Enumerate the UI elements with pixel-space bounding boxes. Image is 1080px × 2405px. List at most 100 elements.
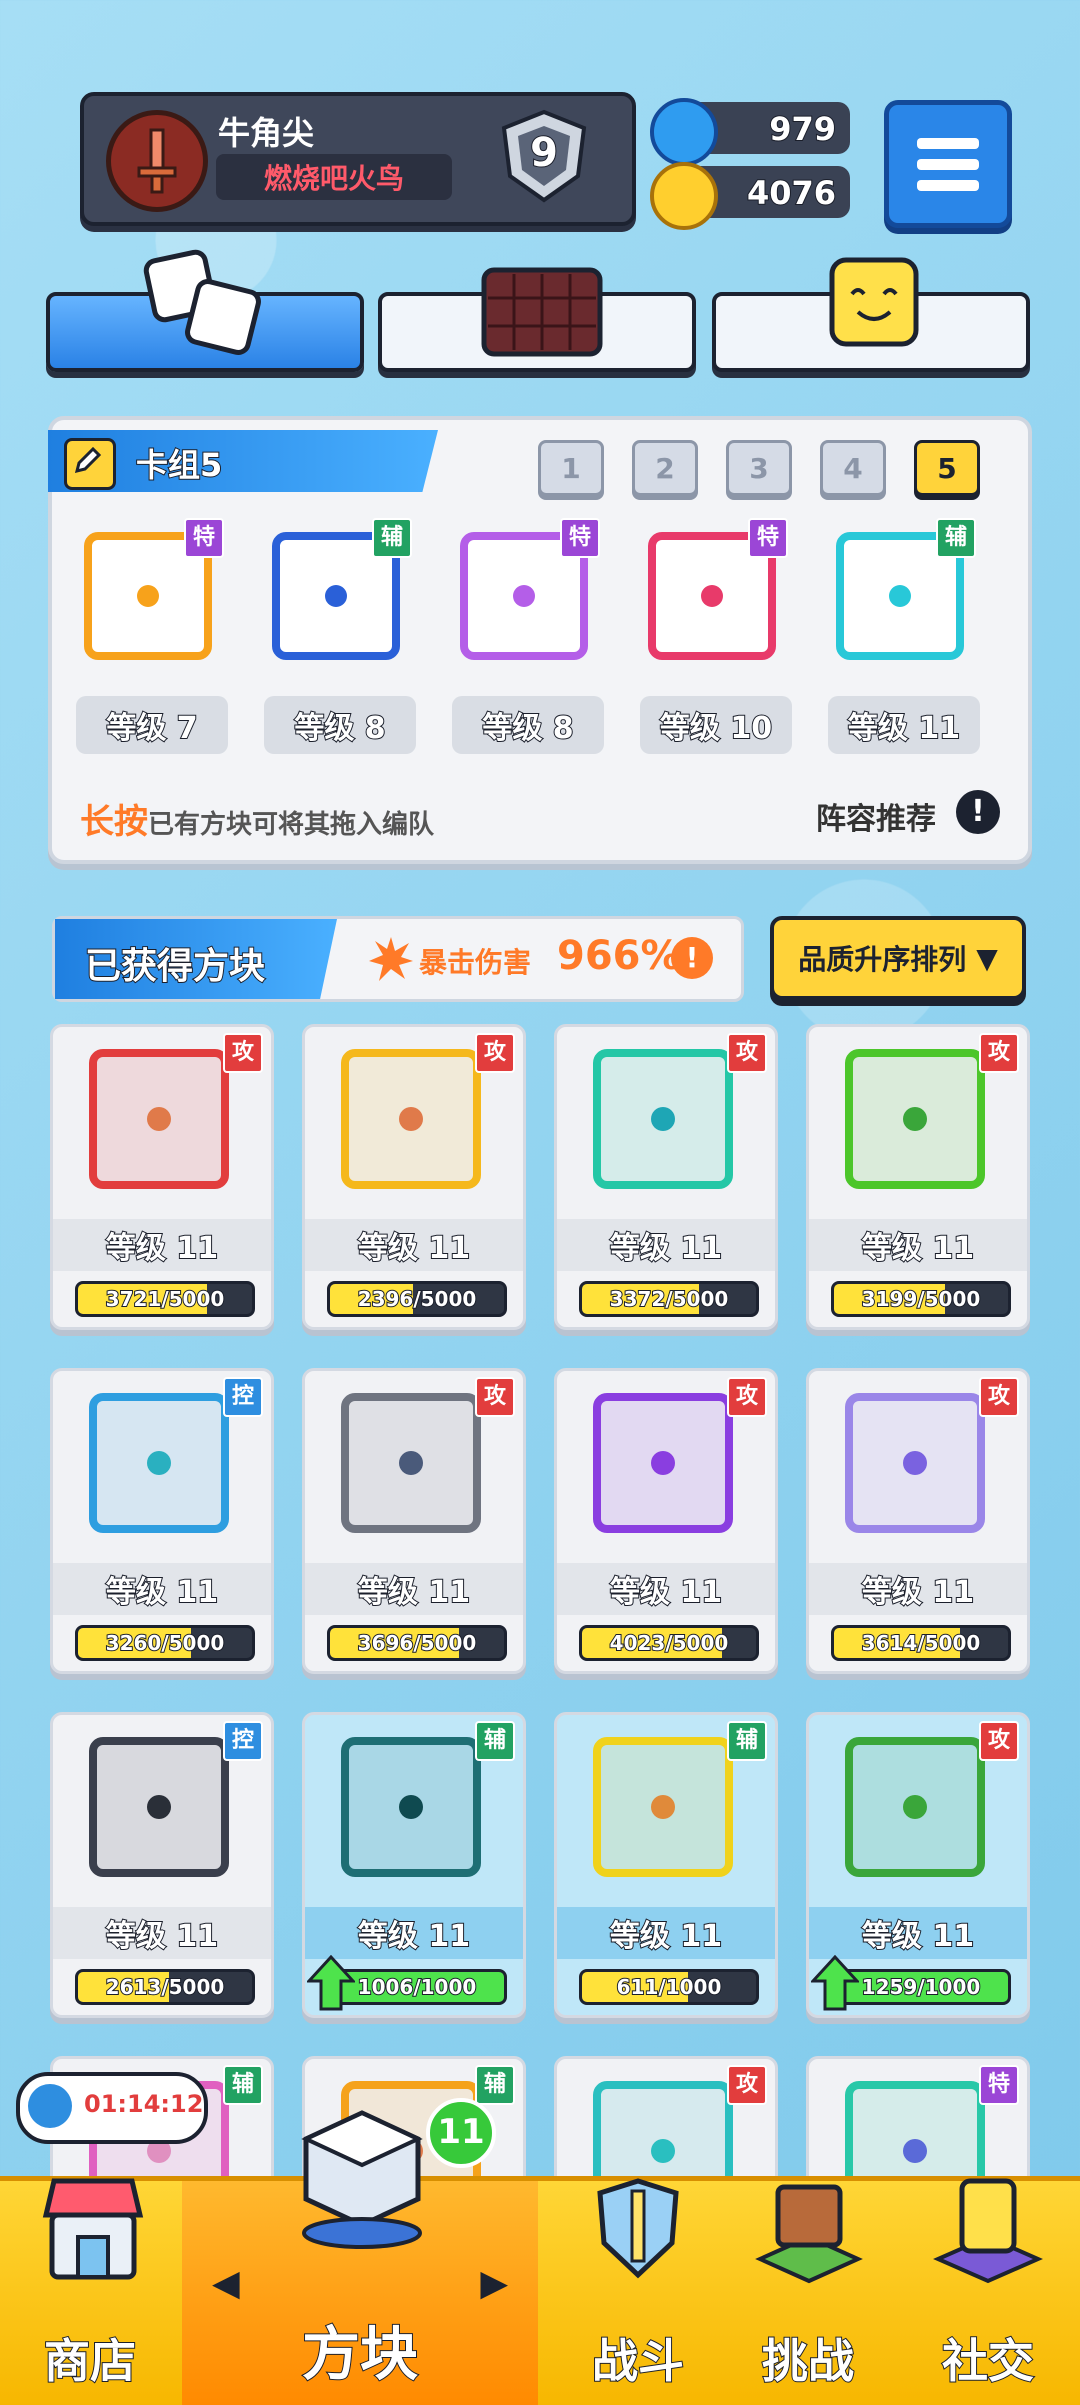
deck-tab-3[interactable]: 3 — [726, 440, 792, 496]
nav-challenge[interactable]: 挑战 — [718, 2181, 898, 2405]
deck-card[interactable]: 辅 — [266, 518, 416, 668]
gem-icon — [650, 98, 718, 166]
nav-battle-label: 战斗 — [591, 2333, 685, 2389]
prev-arrow-icon[interactable]: ◀ — [212, 2263, 240, 2304]
crit-damage-label: 暴击伤害 — [419, 946, 532, 979]
nav-battle[interactable]: 战斗 — [548, 2178, 728, 2405]
nav-shop[interactable]: 商店 — [0, 2178, 180, 2405]
nav-blocks[interactable]: ◀ ▶ 方块 — [182, 2110, 538, 2405]
info-icon[interactable]: ! — [956, 790, 1000, 834]
block-level: 等级 11 — [305, 1563, 523, 1615]
block-core-dot — [701, 585, 723, 607]
block-icon — [593, 1737, 733, 1877]
block-icon — [593, 1393, 733, 1533]
crit-info-icon[interactable]: ! — [671, 937, 713, 979]
lineup-recommend-button[interactable]: 阵容推荐 — [816, 794, 936, 838]
block-core-dot — [889, 585, 911, 607]
block-card[interactable]: 攻等级 11 3372/5000 — [554, 1024, 778, 1330]
deck-tab-1[interactable]: 1 — [538, 440, 604, 496]
block-core-dot — [903, 2139, 927, 2163]
block-type-tag: 攻 — [979, 1033, 1019, 1073]
edit-deck-icon[interactable] — [64, 438, 116, 490]
tab-dice[interactable] — [46, 249, 364, 372]
block-card[interactable]: 攻等级 11 3614/5000 — [806, 1368, 1030, 1674]
deck-card-type-tag: 特 — [560, 518, 600, 558]
menu-button[interactable] — [884, 100, 1012, 228]
deck-tab-4[interactable]: 4 — [820, 440, 886, 496]
gem-value: 979 — [768, 109, 837, 149]
gem-counter[interactable]: 979 — [650, 98, 850, 166]
block-type-tag: 控 — [223, 1377, 263, 1417]
block-core-dot — [399, 1107, 423, 1131]
shop-icon — [42, 2178, 144, 2280]
block-card[interactable]: 辅等级 11 611/1000 — [554, 1712, 778, 2018]
block-progress-bar: 3696/5000 — [327, 1625, 507, 1661]
block-icon — [341, 1737, 481, 1877]
block-progress-text: 3260/5000 — [105, 1630, 226, 1656]
rank-badge[interactable]: 9 — [494, 106, 594, 206]
block-type-tag: 攻 — [475, 1377, 515, 1417]
challenge-board-icon — [755, 2184, 863, 2284]
block-icon — [845, 1393, 985, 1533]
block-card[interactable]: 控等级 11 2613/5000 — [50, 1712, 274, 2018]
block-card[interactable]: 攻等级 11 3199/5000 — [806, 1024, 1030, 1330]
block-progress-bar: 3372/5000 — [579, 1281, 759, 1317]
block-card[interactable]: 攻等级 11 3696/5000 — [302, 1368, 526, 1674]
block-level: 等级 11 — [305, 1219, 523, 1271]
deck-card-level: 等级 11 — [828, 696, 980, 754]
block-card[interactable]: 攻等级 11 4023/5000 — [554, 1368, 778, 1674]
tab-character[interactable] — [712, 257, 1030, 372]
deck-card[interactable]: 辅 — [830, 518, 980, 668]
owned-label-bar: 已获得方块 — [55, 919, 337, 999]
blocks-count-badge: 11 — [426, 2098, 496, 2168]
block-core-dot — [137, 585, 159, 607]
block-core-dot — [399, 1795, 423, 1819]
sort-label: 品质升序排列 — [798, 943, 967, 976]
block-level: 等级 11 — [809, 1219, 1027, 1271]
deck-card[interactable]: 特 — [642, 518, 792, 668]
block-progress-text: 1006/1000 — [357, 1974, 478, 2000]
block-core-dot — [147, 1795, 171, 1819]
deck-card-type-tag: 特 — [184, 518, 224, 558]
owned-blocks-header: 已获得方块 暴击伤害 966% ! — [52, 916, 744, 1002]
sort-dropdown-button[interactable]: 品质升序排列 ▼ — [770, 916, 1026, 1000]
block-type-tag: 攻 — [727, 1377, 767, 1417]
block-icon — [845, 1737, 985, 1877]
block-card[interactable]: 控等级 11 3260/5000 — [50, 1368, 274, 1674]
block-progress-bar: 3260/5000 — [75, 1625, 255, 1661]
block-icon — [89, 1737, 229, 1877]
block-level: 等级 11 — [809, 1563, 1027, 1615]
coin-icon — [650, 162, 718, 230]
deck-tab-5[interactable]: 5 — [914, 440, 980, 496]
block-icon — [341, 1049, 481, 1189]
coin-counter[interactable]: 4076 — [650, 162, 850, 230]
tab-board[interactable] — [378, 267, 696, 372]
block-core-dot — [513, 585, 535, 607]
block-type-tag: 攻 — [727, 1033, 767, 1073]
block-card[interactable]: 攻等级 11 2396/5000 — [302, 1024, 526, 1330]
block-progress-text: 3696/5000 — [357, 1630, 478, 1656]
block-card[interactable]: 攻等级 11 1259/1000 — [806, 1712, 1030, 2018]
timer-bubble[interactable]: 01:14:12 — [16, 2072, 208, 2144]
deck-card[interactable]: 特 — [78, 518, 228, 668]
block-core-dot — [325, 585, 347, 607]
shield-sword-icon — [597, 2178, 679, 2279]
deck-hint: 长按已有方块可将其拖入编队 — [80, 794, 434, 843]
block-card[interactable]: 攻等级 11 3721/5000 — [50, 1024, 274, 1330]
deck-card[interactable]: 特 — [454, 518, 604, 668]
deck-card-level: 等级 10 — [640, 696, 792, 754]
block-card[interactable]: 辅等级 11 1006/1000 — [302, 1712, 526, 2018]
block-type-tag: 控 — [223, 1721, 263, 1761]
nav-social[interactable]: 社交 — [898, 2178, 1078, 2405]
block-type-tag: 辅 — [475, 2065, 515, 2105]
nav-challenge-label: 挑战 — [761, 2333, 855, 2389]
player-profile-panel[interactable]: 牛角尖 燃烧吧火鸟 9 — [80, 92, 636, 226]
deck-card-level: 等级 8 — [264, 696, 416, 754]
next-arrow-icon[interactable]: ▶ — [480, 2263, 508, 2304]
block-progress-bar: 2613/5000 — [75, 1969, 255, 2005]
player-avatar[interactable] — [106, 110, 208, 212]
deck-tab-2[interactable]: 2 — [632, 440, 698, 496]
dice-icon — [143, 249, 261, 355]
deck-card-level: 等级 7 — [76, 696, 228, 754]
upgrade-arrow-icon — [307, 1955, 355, 2011]
